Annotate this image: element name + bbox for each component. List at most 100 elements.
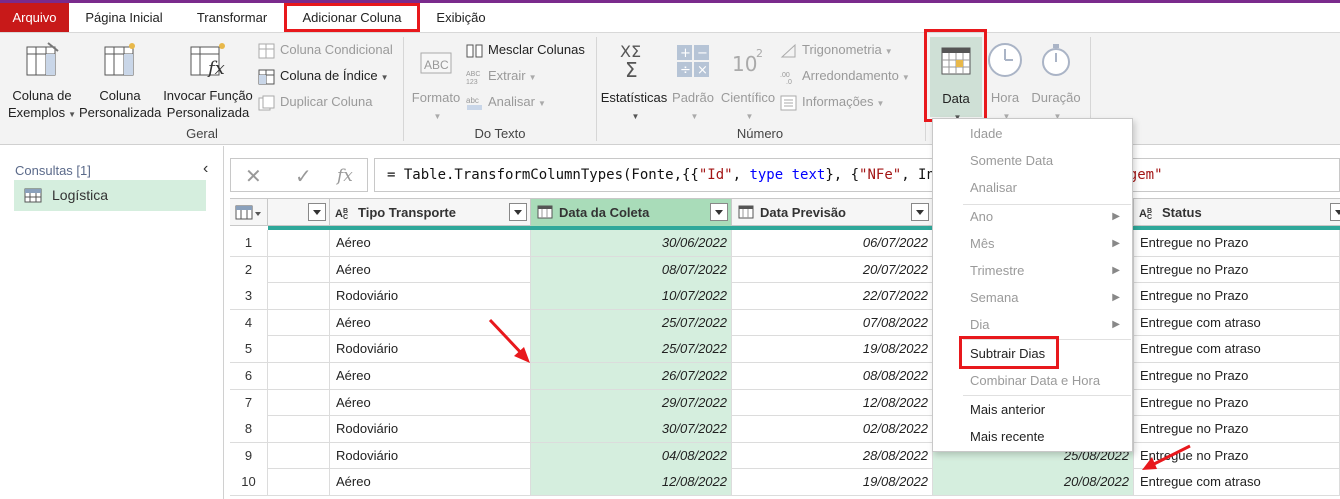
cell-data-hidden[interactable]: 20/08/2022 — [933, 469, 1134, 496]
coluna-de-indice-button[interactable]: Coluna de Índice ▼ — [258, 66, 389, 86]
cell-unnamed[interactable] — [268, 416, 330, 443]
cell-data-da-coleta[interactable]: 30/07/2022 — [531, 416, 732, 443]
coluna-condicional-button[interactable]: Coluna Condicional — [258, 40, 393, 60]
column-filter-icon[interactable] — [308, 203, 326, 221]
trigonometria-button[interactable]: Trigonometria ▼ — [780, 40, 893, 60]
menu-item-trimestre[interactable]: Trimestre ▶ — [933, 258, 1132, 284]
cell-unnamed[interactable] — [268, 442, 330, 469]
cell-status[interactable]: Entregue com atraso — [1134, 336, 1340, 363]
padrao-button[interactable]: + − ÷ × Padrão ▼ — [668, 41, 718, 125]
cell-data-da-coleta[interactable]: 25/07/2022 — [531, 309, 732, 336]
cell-status[interactable]: Entregue no Prazo — [1134, 416, 1340, 443]
column-filter-icon[interactable] — [911, 203, 929, 221]
cell-data-da-coleta[interactable]: 30/06/2022 — [531, 230, 732, 256]
cell-data-da-coleta[interactable]: 12/08/2022 — [531, 469, 732, 496]
row-number[interactable]: 2 — [230, 256, 268, 283]
hora-button[interactable]: Hora ▼ — [984, 41, 1026, 125]
tab-adicionar-coluna[interactable]: Adicionar Coluna — [284, 3, 420, 32]
menu-item-mais-anterior[interactable]: Mais anterior — [933, 397, 1132, 423]
estatisticas-button[interactable]: XΣ Σ Estatísticas ▼ — [600, 41, 668, 125]
column-header-tipo-transporte[interactable]: ABC Tipo Transporte — [330, 199, 531, 226]
invocar-funcao-button[interactable]: fx Invocar Função Personalizada — [162, 41, 254, 121]
cell-data-previsao[interactable]: 22/07/2022 — [732, 283, 933, 310]
column-header-status[interactable]: ABC Status — [1134, 199, 1340, 226]
cell-data-previsao[interactable]: 06/07/2022 — [732, 230, 933, 256]
analisar-button[interactable]: abc Analisar ▼ — [466, 92, 546, 112]
arredondamento-button[interactable]: .00.0 Arredondamento ▼ — [780, 66, 910, 86]
table-menu-button[interactable] — [230, 199, 268, 226]
cell-data-da-coleta[interactable]: 10/07/2022 — [531, 283, 732, 310]
tab-transformar[interactable]: Transformar — [180, 3, 284, 32]
cell-data-da-coleta[interactable]: 04/08/2022 — [531, 442, 732, 469]
collapse-pane-icon[interactable]: ‹ — [203, 160, 208, 178]
cell-tipo-transporte[interactable]: Rodoviário — [330, 416, 531, 443]
cientifico-button[interactable]: 10 2 Científico ▼ — [718, 41, 778, 125]
cell-unnamed[interactable] — [268, 336, 330, 363]
cell-status[interactable]: Entregue no Prazo — [1134, 230, 1340, 256]
formato-button[interactable]: ABC Formato ▼ — [408, 45, 464, 125]
column-filter-icon[interactable] — [509, 203, 527, 221]
fx-icon[interactable]: fx — [337, 166, 353, 186]
cell-tipo-transporte[interactable]: Aéreo — [330, 469, 531, 496]
cell-status[interactable]: Entregue no Prazo — [1134, 389, 1340, 416]
menu-item-combinar-data-hora[interactable]: Combinar Data e Hora — [933, 368, 1132, 394]
cell-data-da-coleta[interactable]: 29/07/2022 — [531, 389, 732, 416]
cell-unnamed[interactable] — [268, 363, 330, 389]
mesclar-colunas-button[interactable]: Mesclar Colunas — [466, 40, 585, 60]
cell-tipo-transporte[interactable]: Aéreo — [330, 230, 531, 256]
cell-unnamed[interactable] — [268, 469, 330, 496]
coluna-de-exemplos-button[interactable]: Coluna de Exemplos ▼ — [6, 41, 78, 123]
menu-item-semana[interactable]: Semana ▶ — [933, 285, 1132, 311]
menu-item-mais-recente[interactable]: Mais recente — [933, 424, 1132, 450]
cell-tipo-transporte[interactable]: Rodoviário — [330, 442, 531, 469]
cell-data-previsao[interactable]: 19/08/2022 — [732, 336, 933, 363]
extrair-button[interactable]: ABC 123 Extrair ▼ — [466, 66, 536, 86]
duracao-button[interactable]: Duração ▼ — [1028, 41, 1084, 125]
column-filter-icon[interactable] — [1330, 203, 1340, 221]
cell-data-previsao[interactable]: 12/08/2022 — [732, 389, 933, 416]
column-header-unnamed[interactable] — [268, 199, 330, 226]
tab-pagina-inicial[interactable]: Página Inicial — [70, 3, 178, 32]
row-number[interactable]: 6 — [230, 363, 268, 389]
duplicar-coluna-button[interactable]: Duplicar Coluna — [258, 92, 373, 112]
cell-data-previsao[interactable]: 08/08/2022 — [732, 363, 933, 389]
cell-status[interactable]: Entregue no Prazo — [1134, 256, 1340, 283]
row-number[interactable]: 10 — [230, 469, 268, 496]
cancel-icon[interactable]: ✕ — [245, 164, 262, 189]
cell-status[interactable]: Entregue no Prazo — [1134, 363, 1340, 389]
cell-tipo-transporte[interactable]: Rodoviário — [330, 283, 531, 310]
column-header-data-previsao[interactable]: Data Previsão — [732, 199, 933, 226]
formula-input[interactable]: = Table.TransformColumnTypes(Fonte,{{"Id… — [374, 158, 1340, 192]
row-number[interactable]: 7 — [230, 389, 268, 416]
confirm-icon[interactable]: ✓ — [295, 164, 312, 189]
cell-data-previsao[interactable]: 28/08/2022 — [732, 442, 933, 469]
cell-unnamed[interactable] — [268, 256, 330, 283]
menu-item-ano[interactable]: Ano ▶ — [933, 204, 1132, 230]
row-number[interactable]: 3 — [230, 283, 268, 310]
cell-tipo-transporte[interactable]: Aéreo — [330, 256, 531, 283]
cell-unnamed[interactable] — [268, 230, 330, 256]
tab-arquivo[interactable]: Arquivo — [0, 3, 69, 32]
row-number[interactable]: 4 — [230, 309, 268, 336]
cell-data-previsao[interactable]: 07/08/2022 — [732, 309, 933, 336]
row-number[interactable]: 5 — [230, 336, 268, 363]
informacoes-button[interactable]: Informações ▼ — [780, 92, 884, 112]
menu-item-analisar[interactable]: Analisar — [933, 175, 1132, 201]
cell-data-da-coleta[interactable]: 26/07/2022 — [531, 363, 732, 389]
cell-data-da-coleta[interactable]: 25/07/2022 — [531, 336, 732, 363]
cell-unnamed[interactable] — [268, 309, 330, 336]
tab-exibicao[interactable]: Exibição — [422, 3, 500, 32]
row-number[interactable]: 9 — [230, 442, 268, 469]
cell-tipo-transporte[interactable]: Aéreo — [330, 389, 531, 416]
query-item-logistica[interactable]: Logística — [14, 180, 206, 211]
coluna-personalizada-button[interactable]: Coluna Personalizada — [79, 41, 161, 121]
column-filter-icon[interactable] — [710, 203, 728, 221]
row-number[interactable]: 8 — [230, 416, 268, 443]
cell-status[interactable]: Entregue com atraso — [1134, 309, 1340, 336]
cell-data-previsao[interactable]: 19/08/2022 — [732, 469, 933, 496]
cell-unnamed[interactable] — [268, 283, 330, 310]
cell-data-previsao[interactable]: 20/07/2022 — [732, 256, 933, 283]
menu-item-mes[interactable]: Mês ▶ — [933, 231, 1132, 257]
column-header-data-da-coleta[interactable]: Data da Coleta — [531, 199, 732, 226]
menu-item-dia[interactable]: Dia ▶ — [933, 312, 1132, 338]
